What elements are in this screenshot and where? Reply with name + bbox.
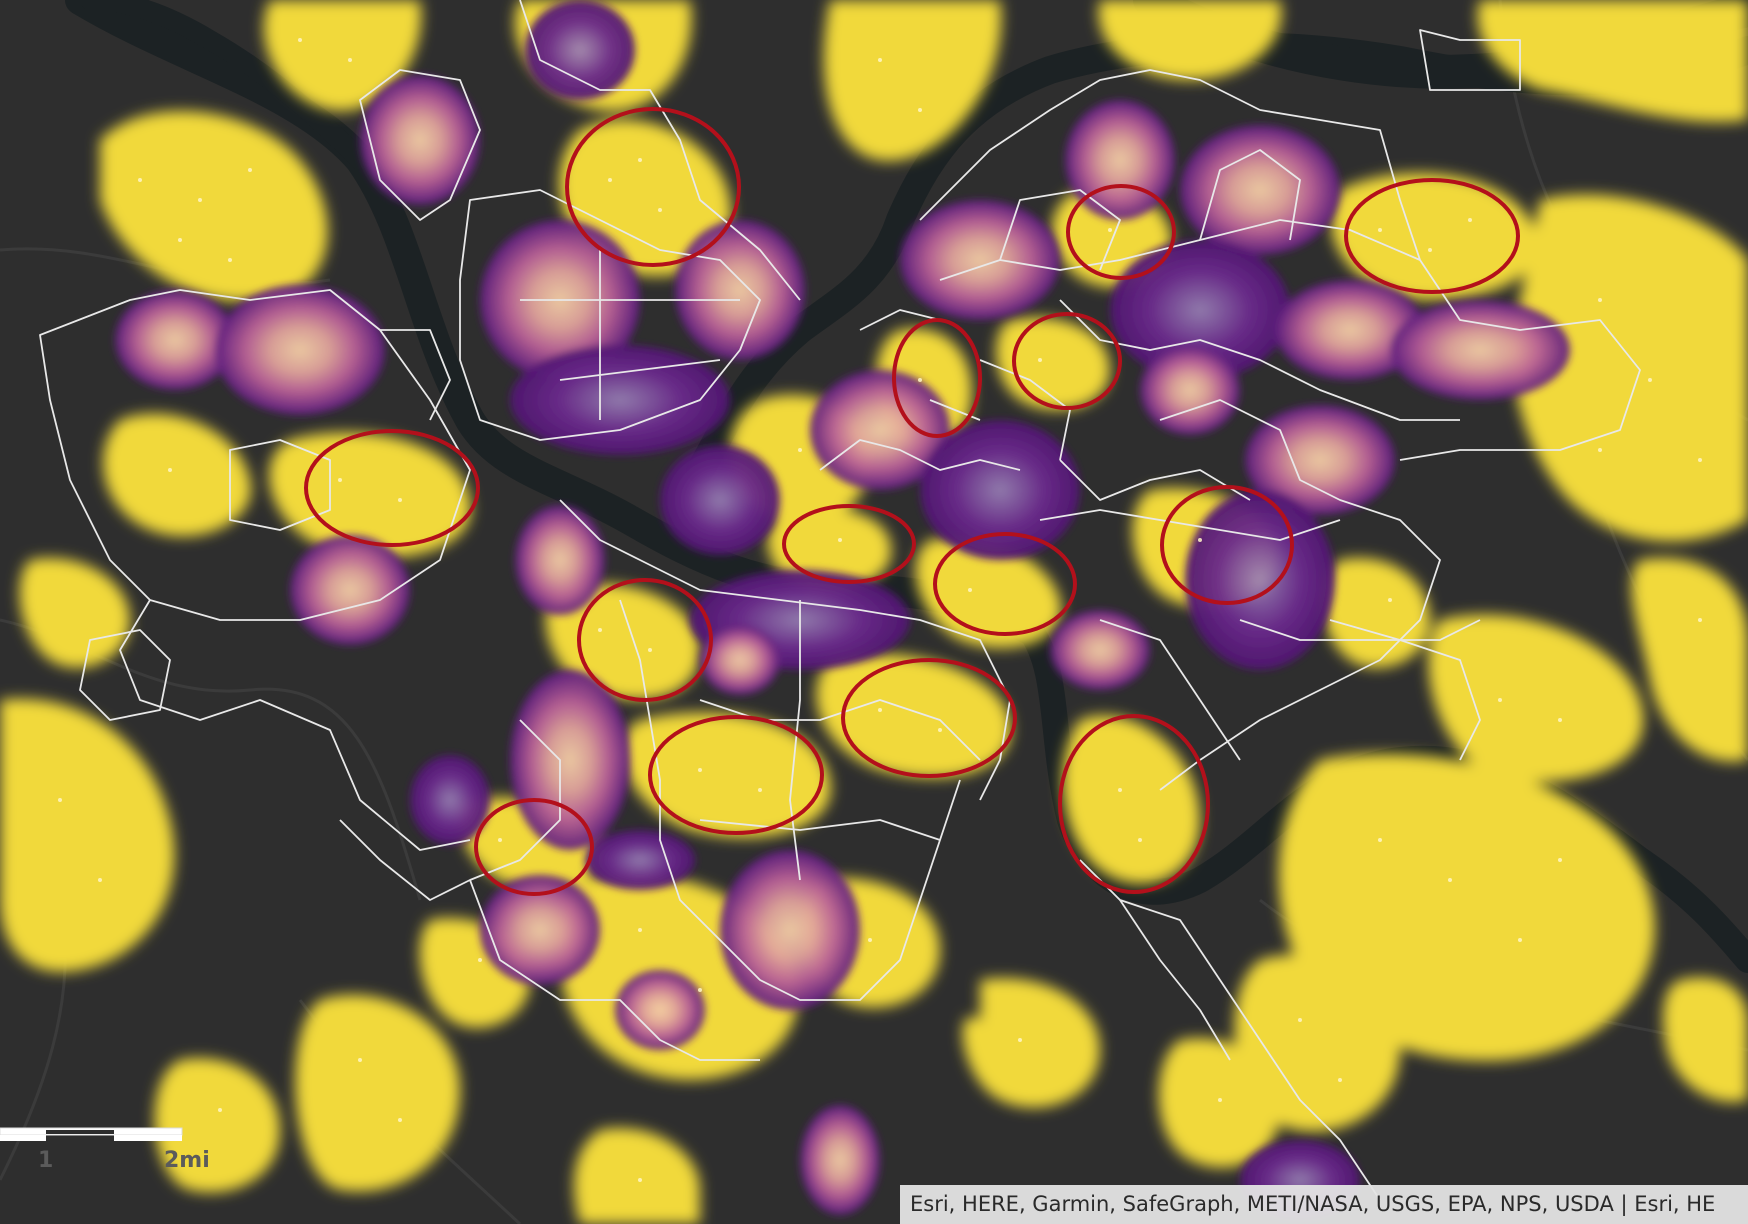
- map-view[interactable]: 1 2mi Esri, HERE, Garmin, SafeGraph, MET…: [0, 0, 1748, 1224]
- attribution-text[interactable]: Esri, HERE, Garmin, SafeGraph, METI/NASA…: [900, 1185, 1748, 1224]
- map-canvas[interactable]: [0, 0, 1748, 1224]
- scale-bar: 1 2mi: [0, 1126, 210, 1176]
- scale-bar-graphic: [0, 1127, 183, 1141]
- scale-label-1: 1: [38, 1148, 54, 1173]
- scale-label-2: 2mi: [164, 1148, 210, 1173]
